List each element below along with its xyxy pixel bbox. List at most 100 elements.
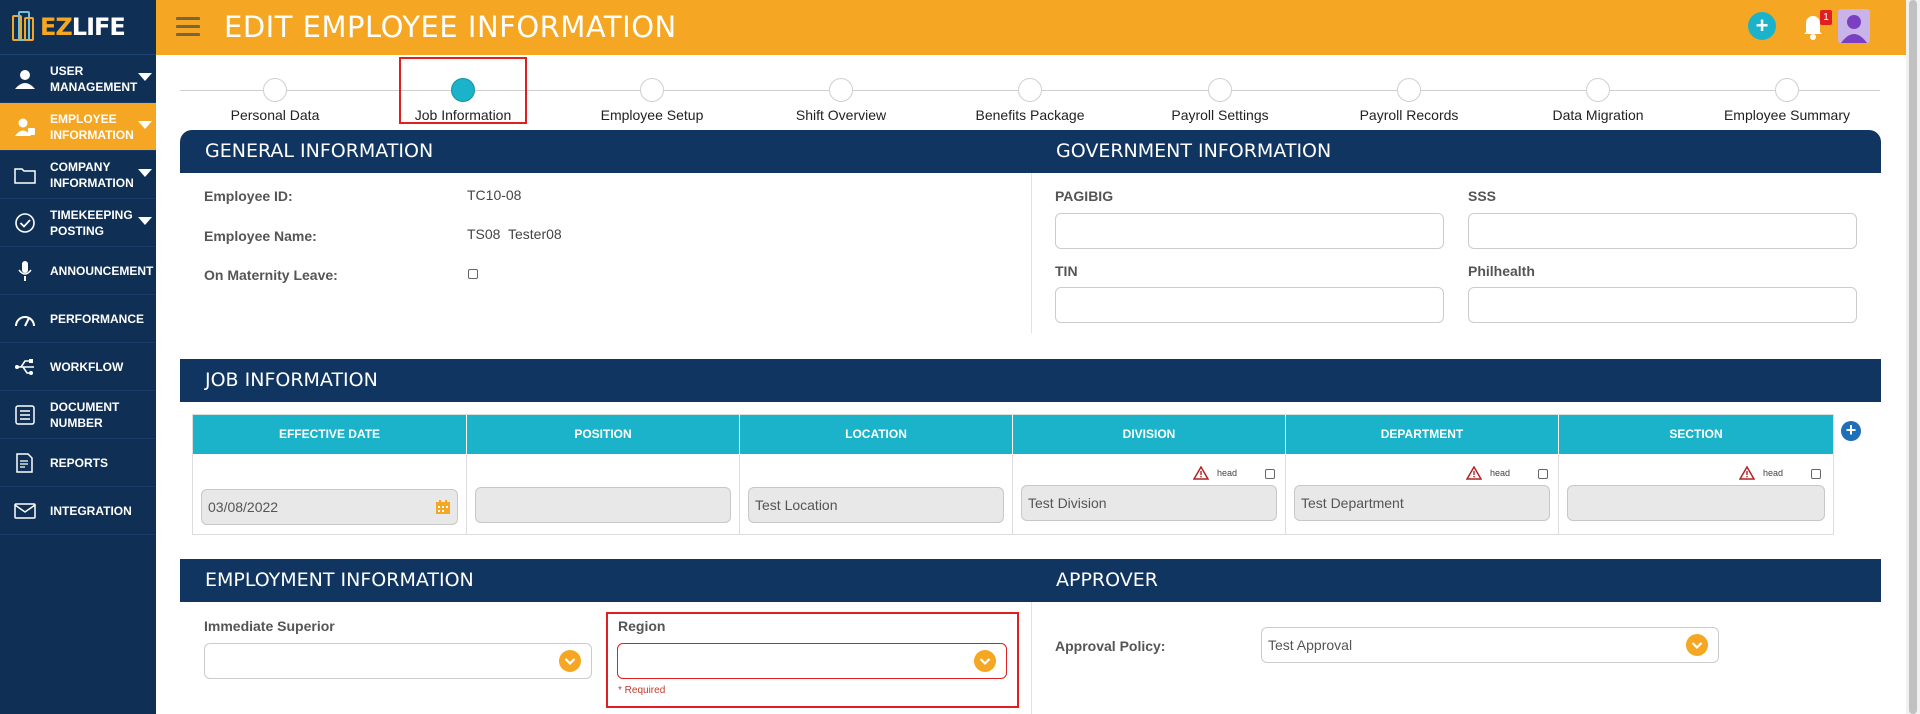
sidebar-item-integration[interactable]: INTEGRATION — [0, 487, 156, 535]
approval-policy-select[interactable]: Test Approval — [1261, 627, 1719, 663]
step-payroll-settings[interactable]: Payroll Settings — [1145, 78, 1295, 123]
maternity-leave-checkbox[interactable] — [468, 269, 478, 279]
column-header: LOCATION — [740, 415, 1013, 454]
step-data-migration[interactable]: Data Migration — [1523, 78, 1673, 123]
step-employee-setup[interactable]: Employee Setup — [577, 78, 727, 123]
logo-text-ez: EZ — [40, 13, 73, 41]
chevron-down-icon[interactable] — [138, 217, 152, 225]
tin-field[interactable] — [1055, 287, 1444, 323]
step-payroll-records[interactable]: Payroll Records — [1334, 78, 1484, 123]
app-logo[interactable]: EZLIFE — [0, 0, 156, 55]
tin-label: TIN — [1055, 263, 1078, 279]
step-dot[interactable] — [263, 78, 287, 102]
general-information-header: GENERAL INFORMATION — [180, 130, 1031, 173]
page-title: EDIT EMPLOYEE INFORMATION — [224, 10, 677, 44]
user-icon — [12, 68, 38, 90]
sidebar-item-label: PERFORMANCE — [50, 311, 145, 326]
warning-icon — [1739, 466, 1755, 480]
effective-date-field[interactable]: 03/08/2022 — [201, 489, 458, 525]
sidebar-item-user-management[interactable]: USER MANAGEMENT — [0, 55, 156, 103]
employment-information-header: EMPLOYMENT INFORMATION — [180, 559, 1031, 602]
chevron-down-icon[interactable] — [1686, 634, 1708, 656]
usb-icon — [12, 356, 38, 378]
list-icon — [12, 404, 38, 426]
department-field[interactable]: Test Department — [1294, 485, 1550, 521]
chevron-down-icon[interactable] — [138, 169, 152, 177]
sidebar-item-timekeeping-posting[interactable]: TIMEKEEPING POSTING — [0, 199, 156, 247]
sidebar-item-label: TIMEKEEPING POSTING — [50, 207, 133, 238]
job-information-header: JOB INFORMATION — [180, 359, 1881, 402]
logo-text-life: LIFE — [71, 13, 126, 41]
step-personal-data[interactable]: Personal Data — [200, 78, 350, 123]
philhealth-label: Philhealth — [1468, 263, 1535, 279]
employee-id-label: Employee ID: — [204, 188, 293, 204]
sss-label: SSS — [1468, 188, 1497, 204]
location-cell: Test Location — [740, 454, 1013, 534]
section-cell: head — [1559, 454, 1833, 534]
pagibig-label: PAGIBIG — [1055, 188, 1114, 204]
sidebar-item-reports[interactable]: REPORTS — [0, 439, 156, 487]
hamburger-menu-icon[interactable] — [176, 17, 200, 37]
step-highlight-box — [399, 57, 527, 124]
step-label: Employee Setup — [600, 107, 704, 123]
step-employee-summary[interactable]: Employee Summary — [1712, 78, 1862, 123]
employee-icon — [12, 116, 38, 138]
section-field[interactable] — [1567, 485, 1825, 521]
sidebar-item-employee-information[interactable]: EMPLOYEE INFORMATION — [0, 103, 156, 151]
step-label: Payroll Settings — [1171, 107, 1269, 123]
position-field[interactable] — [475, 487, 731, 523]
chevron-down-icon[interactable] — [559, 650, 581, 672]
step-dot[interactable] — [1586, 78, 1610, 102]
add-job-row-button[interactable]: + — [1841, 421, 1861, 441]
warning-icon — [1193, 466, 1209, 480]
column-header: DEPARTMENT — [1286, 415, 1559, 454]
division-field[interactable]: Test Division — [1021, 485, 1277, 521]
step-dot[interactable] — [1208, 78, 1232, 102]
approval-policy-label: Approval Policy: — [1055, 638, 1166, 654]
panel-divider — [1031, 173, 1032, 333]
region-highlight-box — [606, 612, 1019, 708]
sidebar-item-performance[interactable]: PERFORMANCE — [0, 295, 156, 343]
step-shift-overview[interactable]: Shift Overview — [766, 78, 916, 123]
immediate-superior-select[interactable] — [204, 643, 592, 679]
chevron-down-icon[interactable] — [138, 73, 152, 81]
section-head-label: head — [1763, 468, 1784, 478]
step-label: Data Migration — [1552, 107, 1644, 123]
immediate-superior-label: Immediate Superior — [204, 618, 335, 634]
step-dot[interactable] — [1018, 78, 1042, 102]
philhealth-field[interactable] — [1468, 287, 1857, 323]
check-circle-icon — [12, 212, 38, 234]
step-benefits-package[interactable]: Benefits Package — [955, 78, 1105, 123]
sidebar-item-workflow[interactable]: WORKFLOW — [0, 343, 156, 391]
chevron-down-icon[interactable] — [138, 121, 152, 129]
step-dot[interactable] — [829, 78, 853, 102]
gauge-icon — [12, 308, 38, 330]
sidebar-item-announcement[interactable]: ANNOUNCEMENT — [0, 247, 156, 295]
step-dot[interactable] — [640, 78, 664, 102]
step-dot[interactable] — [1775, 78, 1799, 102]
step-dot[interactable] — [1397, 78, 1421, 102]
notification-badge: 1 — [1820, 10, 1832, 25]
sidebar-item-label: EMPLOYEE INFORMATION — [50, 111, 134, 142]
location-field[interactable]: Test Location — [748, 487, 1004, 523]
add-icon[interactable]: + — [1748, 12, 1776, 40]
sss-field[interactable] — [1468, 213, 1857, 249]
step-label: Payroll Records — [1359, 107, 1459, 123]
sidebar-item-label: COMPANY INFORMATION — [50, 159, 134, 190]
sidebar-item-document-number[interactable]: DOCUMENT NUMBER — [0, 391, 156, 439]
approval-policy-value: Test Approval — [1268, 637, 1353, 653]
warning-icon — [1466, 466, 1482, 480]
maternity-leave-label: On Maternity Leave: — [204, 267, 338, 283]
scrollbar-thumb[interactable] — [1909, 0, 1917, 714]
department-head-checkbox[interactable] — [1538, 469, 1548, 479]
division-head-checkbox[interactable] — [1265, 469, 1275, 479]
avatar[interactable] — [1838, 9, 1870, 43]
sidebar: EZLIFE USER MANAGEMENT EMPLOYEE INFORMAT… — [0, 0, 156, 714]
calendar-icon[interactable] — [435, 499, 451, 515]
column-header: DIVISION — [1013, 415, 1286, 454]
page-scrollbar[interactable] — [1906, 0, 1920, 714]
sidebar-item-company-information[interactable]: COMPANY INFORMATION — [0, 151, 156, 199]
step-label: Personal Data — [230, 107, 320, 123]
section-head-checkbox[interactable] — [1811, 469, 1821, 479]
pagibig-field[interactable] — [1055, 213, 1444, 249]
